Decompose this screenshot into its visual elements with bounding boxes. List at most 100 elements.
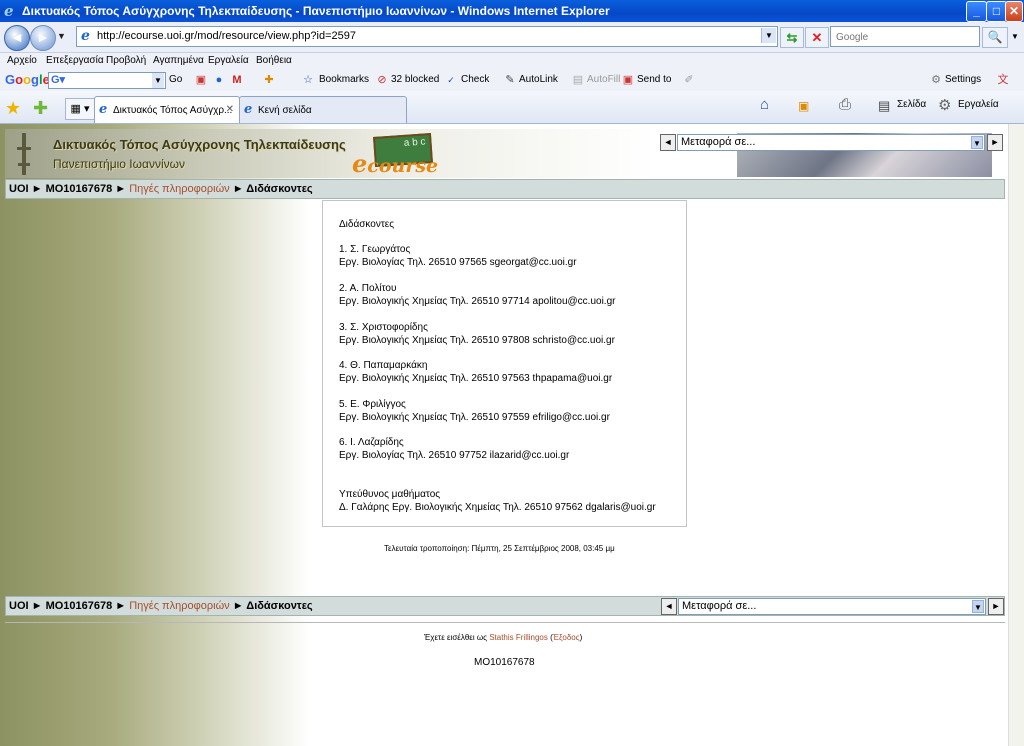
vertical-scrollbar[interactable] [1008, 124, 1024, 746]
minimize-button[interactable]: _ [966, 1, 987, 22]
sendto-button[interactable]: Send to [637, 74, 671, 85]
course-code-link[interactable]: MO10167678 [474, 657, 535, 668]
jump-next-button[interactable]: ► [987, 134, 1003, 151]
stop-button[interactable]: ✕ [805, 27, 829, 48]
google-logo: Google [5, 72, 50, 87]
teacher-details: Εργ. Βιολογίας Τηλ. 26510 97752 ilazarid… [339, 450, 570, 461]
menu-view[interactable]: Προβολή [106, 55, 146, 66]
highlighter-icon[interactable]: ✐ [682, 73, 696, 87]
jump-next-button[interactable]: ► [988, 598, 1004, 615]
teacher-name: 5. Ε. Φριλίγγος [339, 399, 406, 410]
favorites-star-icon[interactable]: ★ [5, 98, 21, 119]
refresh-button[interactable]: ⇆ [780, 27, 804, 48]
menu-file[interactable]: Αρχείο [7, 55, 37, 66]
tab-close-icon[interactable]: ✕ [226, 104, 234, 115]
jump-prev-button[interactable]: ◄ [661, 598, 677, 615]
address-row: ◄ ► ▼ e http://ecourse.uoi.gr/mod/resour… [0, 22, 1024, 53]
autolink-button[interactable]: AutoLink [519, 74, 558, 85]
page-menu[interactable]: Σελίδα [897, 99, 926, 110]
rss-feed-icon[interactable]: ▣ [798, 99, 809, 113]
tab-label: Κενή σελίδα [258, 105, 312, 116]
teacher-name: 2. Α. Πολίτου [339, 283, 397, 294]
menu-favorites[interactable]: Αγαπημένα [153, 55, 204, 66]
jump-menu-top: ◄ Μεταφορά σε... ▼ ► [660, 134, 1005, 151]
tab-blank[interactable]: e Κενή σελίδα [239, 96, 407, 123]
teacher-details: Εργ. Βιολογικής Χημείας Τηλ. 26510 97714… [339, 296, 616, 307]
ecourse-logo: a b c ecourse [352, 133, 438, 178]
breadcrumb-section[interactable]: Πηγές πληροφοριών [129, 600, 229, 612]
menu-tools[interactable]: Εργαλεία [208, 55, 249, 66]
last-modified: Τελευταία τροποποίηση: Πέμπτη, 25 Σεπτέμ… [384, 544, 615, 553]
google-search-box[interactable]: G▾ ▼ [48, 72, 166, 89]
menu-edit[interactable]: Επεξεργασία [46, 55, 104, 66]
tools-gear-icon: ⚙ [938, 97, 952, 114]
navbar-top: UOI ► MO10167678 ► Πηγές πληροφοριών ► Δ… [5, 179, 1005, 199]
puzzle-icon[interactable]: ✚ [262, 73, 276, 87]
jump-select[interactable]: Μεταφορά σε... ▼ [677, 134, 985, 151]
breadcrumb-home[interactable]: UOI [9, 600, 29, 612]
globe-icon[interactable]: ● [212, 73, 226, 87]
teacher-details: Εργ. Βιολογικής Χημείας Τηλ. 26510 97808… [339, 335, 615, 346]
jump-select-label: Μεταφορά σε... [681, 136, 756, 148]
teacher-name: 4. Θ. Παπαμαρκάκη [339, 360, 428, 371]
back-button[interactable]: ◄ [4, 25, 30, 51]
autofill-button[interactable]: AutoFill [587, 74, 620, 85]
ie-icon: e [4, 2, 14, 20]
search-input[interactable] [834, 29, 978, 46]
responsible-details: Δ. Γαλάρης Εργ. Βιολογικής Χημείας Τηλ. … [339, 502, 656, 513]
breadcrumb-course[interactable]: MO10167678 [46, 600, 113, 612]
tab-active[interactable]: e Δικτυακός Τόπος Ασύγχρ... ✕ [94, 96, 240, 123]
page-icon: e [81, 28, 90, 44]
site-subtitle: Πανεπιστήμιο Ιωαννίνων [53, 157, 185, 171]
breadcrumb-home[interactable]: UOI [9, 183, 29, 195]
menu-help[interactable]: Βοήθεια [256, 55, 292, 66]
url-text[interactable]: http://ecourse.uoi.gr/mod/resource/view.… [97, 30, 356, 42]
search-icon[interactable]: 🔍 [982, 27, 1008, 48]
jump-prev-button[interactable]: ◄ [660, 134, 676, 151]
address-bar[interactable]: e http://ecourse.uoi.gr/mod/resource/vie… [76, 26, 778, 47]
logout-link[interactable]: Έξοδος [553, 633, 580, 642]
content-heading: Διδάσκοντες [339, 219, 395, 230]
menu-bar: Αρχείο Επεξεργασία Προβολή Αγαπημένα Εργ… [0, 53, 1024, 69]
logged-in-prefix: Έχετε εισέλθει ως [424, 633, 490, 642]
teacher-details: Εργ. Βιολογικής Χημείας Τηλ. 26510 97559… [339, 412, 610, 423]
gmail-icon[interactable]: M [230, 73, 244, 87]
close-button[interactable]: ✕ [1005, 1, 1023, 22]
google-search-dropdown-icon[interactable]: ▼ [152, 73, 164, 88]
window-title: Δικτυακός Τόπος Ασύγχρονης Τηλεκπαίδευση… [22, 4, 610, 18]
bookmarks-button[interactable]: Bookmarks [319, 74, 369, 85]
news-icon[interactable]: ▣ [194, 73, 208, 87]
breadcrumb-section[interactable]: Πηγές πληροφοριών [129, 183, 229, 195]
settings-button[interactable]: Settings [945, 74, 981, 85]
quick-tabs-icon[interactable]: ▦ ▾ [65, 98, 95, 120]
user-link[interactable]: Stathis Frillingos [489, 633, 548, 642]
chevron-down-icon[interactable]: ▼ [971, 136, 983, 149]
title-bar: e Δικτυακός Τόπος Ασύγχρονης Τηλεκπαίδευ… [0, 0, 1024, 22]
translate-icon[interactable]: 文 [996, 73, 1010, 87]
blocked-count[interactable]: 32 blocked [391, 74, 439, 85]
add-favorite-icon[interactable]: ✚ [33, 98, 48, 119]
print-icon[interactable]: ⎙ [839, 96, 851, 113]
page-content: Δικτυακός Τόπος Ασύγχρονης Τηλεκπαίδευση… [0, 124, 1008, 746]
breadcrumb-separator: ► [112, 600, 130, 612]
address-dropdown-icon[interactable]: ▼ [761, 28, 776, 43]
forward-button[interactable]: ► [30, 25, 56, 51]
search-box[interactable] [830, 26, 980, 47]
maximize-button[interactable]: □ [986, 1, 1007, 22]
tab-page-icon: e [99, 102, 108, 117]
jump-select[interactable]: Μεταφορά σε... ▼ [678, 598, 986, 615]
teacher-name: 1. Σ. Γεωργάτος [339, 244, 411, 255]
go-button[interactable]: Go [169, 74, 182, 85]
jump-menu-bottom: ◄ Μεταφορά σε... ▼ ► [661, 598, 1006, 615]
check-button[interactable]: Check [461, 74, 489, 85]
breadcrumb-course[interactable]: MO10167678 [46, 183, 113, 195]
search-options-icon[interactable]: ▼ [1008, 27, 1022, 46]
home-icon[interactable]: ⌂ [760, 96, 769, 113]
teacher-name: 3. Σ. Χριστοφορίδης [339, 322, 428, 333]
tools-menu[interactable]: Εργαλεία [958, 99, 999, 110]
chevron-down-icon[interactable]: ▼ [972, 600, 984, 613]
history-dropdown-icon[interactable]: ▼ [57, 31, 66, 41]
sendto-icon: ▣ [622, 74, 634, 86]
breadcrumb-separator: ► [28, 183, 46, 195]
spellcheck-icon: ✓ [447, 75, 455, 85]
